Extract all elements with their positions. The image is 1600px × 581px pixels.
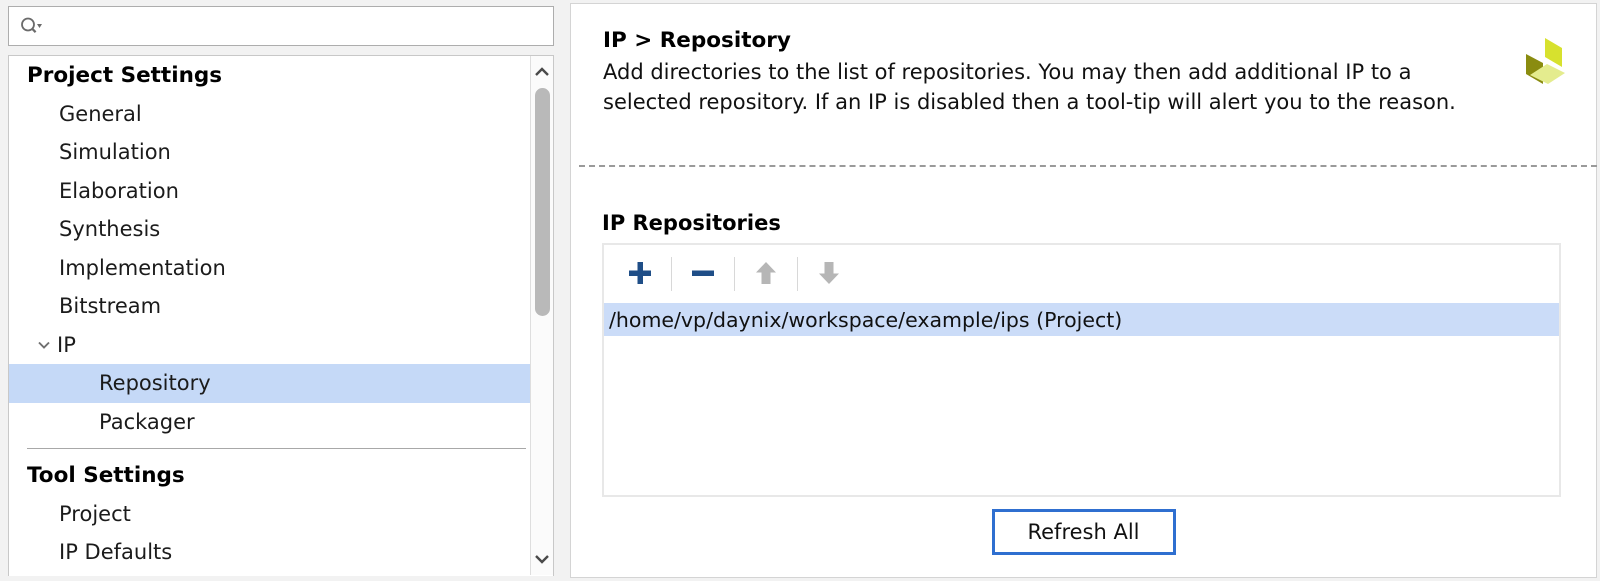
sidebar-item-ip[interactable]: IP bbox=[9, 326, 530, 365]
tree-label: IP Defaults bbox=[59, 540, 173, 565]
sidebar-item-repository[interactable]: Repository bbox=[9, 364, 530, 403]
description-block: IP > Repository Add directories to the l… bbox=[571, 4, 1596, 126]
move-down-button[interactable] bbox=[805, 252, 853, 296]
sidebar-item-general[interactable]: General bbox=[9, 95, 530, 134]
tree-label: Project Settings bbox=[27, 62, 223, 88]
chevron-down-icon bbox=[532, 551, 552, 570]
remove-button[interactable] bbox=[679, 252, 727, 296]
settings-content-panel: IP > Repository Add directories to the l… bbox=[570, 3, 1597, 578]
sidebar-item-simulation[interactable]: Simulation bbox=[9, 133, 530, 172]
search-box[interactable] bbox=[8, 6, 554, 46]
scroll-down-button[interactable] bbox=[531, 549, 553, 571]
settings-sidebar: Project Settings General Simulation Elab… bbox=[3, 3, 559, 578]
sidebar-item-implementation[interactable]: Implementation bbox=[9, 249, 530, 288]
refresh-all-button[interactable]: Refresh All bbox=[991, 509, 1176, 555]
tree-label: Simulation bbox=[59, 140, 171, 165]
page-title: IP > Repository bbox=[603, 28, 791, 53]
toolbar-separator bbox=[671, 257, 672, 291]
tree-separator bbox=[27, 448, 526, 449]
minus-icon bbox=[688, 258, 718, 291]
toolbar-separator bbox=[734, 257, 735, 291]
list-item[interactable]: /home/vp/daynix/workspace/example/ips (P… bbox=[604, 303, 1559, 336]
search-icon[interactable] bbox=[19, 15, 45, 37]
search-input[interactable] bbox=[45, 13, 553, 39]
plus-icon bbox=[625, 258, 655, 291]
refresh-button-row: Refresh All bbox=[571, 509, 1596, 555]
sidebar-item-ip-defaults[interactable]: IP Defaults bbox=[9, 533, 530, 572]
repository-path: /home/vp/daynix/workspace/example/ips (P… bbox=[609, 307, 1123, 332]
tree-label: Elaboration bbox=[59, 178, 179, 203]
sidebar-item-elaboration[interactable]: Elaboration bbox=[9, 172, 530, 211]
tree-label: Tool Settings bbox=[27, 462, 185, 488]
tree-label: Packager bbox=[99, 409, 195, 434]
sidebar-item-synthesis[interactable]: Synthesis bbox=[9, 210, 530, 249]
settings-dialog: Project Settings General Simulation Elab… bbox=[0, 0, 1600, 581]
tree-label: Repository bbox=[99, 371, 211, 396]
settings-tree-frame: Project Settings General Simulation Elab… bbox=[8, 55, 554, 576]
tree-group-project-settings[interactable]: Project Settings bbox=[9, 56, 530, 95]
arrow-up-icon bbox=[751, 258, 781, 291]
tree-label: Implementation bbox=[59, 255, 226, 280]
settings-tree[interactable]: Project Settings General Simulation Elab… bbox=[9, 56, 530, 575]
page-description: Add directories to the list of repositor… bbox=[603, 59, 1456, 114]
arrow-down-icon bbox=[814, 258, 844, 291]
chevron-down-icon[interactable] bbox=[31, 336, 57, 354]
scrollbar-thumb[interactable] bbox=[535, 88, 550, 316]
sidebar-item-project[interactable]: Project bbox=[9, 495, 530, 534]
repository-list[interactable]: /home/vp/daynix/workspace/example/ips (P… bbox=[604, 303, 1559, 495]
tree-group-tool-settings[interactable]: Tool Settings bbox=[9, 456, 530, 495]
list-toolbar bbox=[604, 245, 1559, 303]
tree-label: IP bbox=[57, 332, 76, 357]
vivado-ip-logo-icon bbox=[1512, 36, 1576, 96]
tree-label: Synthesis bbox=[59, 217, 161, 242]
sidebar-item-bitstream[interactable]: Bitstream bbox=[9, 287, 530, 326]
sidebar-scrollbar[interactable] bbox=[530, 56, 553, 575]
ip-repositories-list-frame: /home/vp/daynix/workspace/example/ips (P… bbox=[602, 243, 1561, 497]
toolbar-separator bbox=[797, 257, 798, 291]
section-divider bbox=[579, 165, 1597, 167]
tree-label: General bbox=[59, 101, 142, 126]
chevron-up-icon bbox=[532, 64, 552, 83]
scroll-up-button[interactable] bbox=[531, 62, 553, 84]
section-title: IP Repositories bbox=[602, 211, 781, 235]
sidebar-item-packager[interactable]: Packager bbox=[9, 403, 530, 442]
tree-label: Project bbox=[59, 501, 131, 526]
tree-label: Bitstream bbox=[59, 294, 162, 319]
add-button[interactable] bbox=[616, 252, 664, 296]
move-up-button[interactable] bbox=[742, 252, 790, 296]
